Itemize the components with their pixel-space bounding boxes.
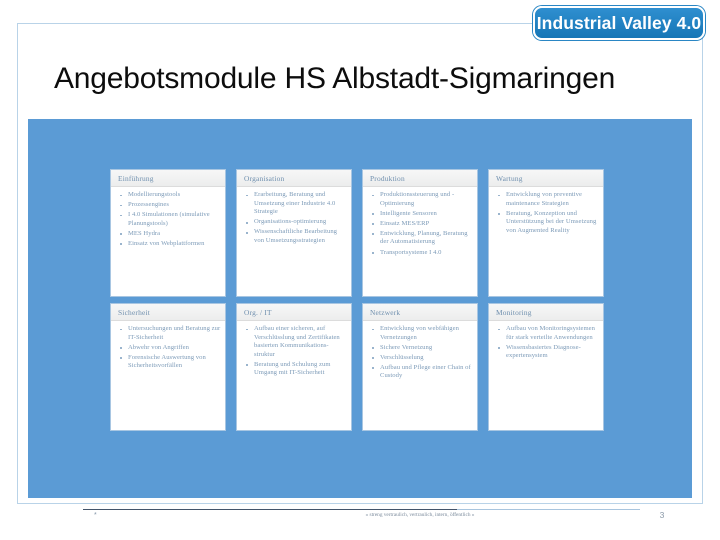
module-card-monitoring[interactable]: Monitoring Aufbau von Monitoringsystemen… bbox=[488, 303, 604, 431]
list-item: Aufbau einer sicheren, auf Verschlüsslun… bbox=[241, 325, 347, 359]
list-item: Produktionssteuerung und -Optimierung bbox=[367, 191, 473, 208]
module-card-einfuehrung[interactable]: Einführung Modellierungstools Prozesseng… bbox=[110, 169, 226, 297]
card-header-label: Organisation bbox=[237, 170, 351, 187]
logo-text: Industrial Valley 4.0 bbox=[536, 12, 702, 33]
bullet-list: Aufbau von Monitoringsystemen für stark … bbox=[493, 325, 599, 361]
list-item: Aufbau und Pflege einer Chain of Custody bbox=[367, 364, 473, 381]
module-card-org-it[interactable]: Org. / IT Aufbau einer sicheren, auf Ver… bbox=[236, 303, 352, 431]
list-item: Prozessengines bbox=[115, 201, 221, 210]
list-item: Wissenschaftliche Bearbeitung von Umsetz… bbox=[241, 228, 347, 245]
module-card-organisation[interactable]: Organisation Erarbeitung, Beratung und U… bbox=[236, 169, 352, 297]
module-card-grid: Einführung Modellierungstools Prozesseng… bbox=[110, 169, 614, 431]
footer-page-number: 3 bbox=[659, 510, 665, 520]
bullet-list: Modellierungstools Prozessengines I 4.0 … bbox=[115, 191, 221, 249]
list-item: Verschlüsselung bbox=[367, 354, 473, 363]
list-item: MES Hydra bbox=[115, 230, 221, 239]
card-header-label: Produktion bbox=[363, 170, 477, 187]
card-body: Aufbau einer sicheren, auf Verschlüsslun… bbox=[237, 321, 351, 430]
card-body: Entwicklung von preventive maintenance S… bbox=[489, 187, 603, 296]
card-body: Untersuchungen und Beratung zur IT-Siche… bbox=[111, 321, 225, 430]
bullet-list: Entwicklung von webfähigen Vernetzungen … bbox=[367, 325, 473, 381]
list-item: Beratung und Schulung zum Umgang mit IT-… bbox=[241, 361, 347, 378]
bullet-list: Untersuchungen und Beratung zur IT-Siche… bbox=[115, 325, 221, 371]
card-body: Entwicklung von webfähigen Vernetzungen … bbox=[363, 321, 477, 430]
list-item: Modellierungstools bbox=[115, 191, 221, 200]
card-header-label: Wartung bbox=[489, 170, 603, 187]
card-header-label: Netzwerk bbox=[363, 304, 477, 321]
footer-classification-note: « streng vertraulich, vertraulich, inter… bbox=[365, 512, 475, 518]
bullet-list: Aufbau einer sicheren, auf Verschlüsslun… bbox=[241, 325, 347, 378]
list-item: Einsatz MES/ERP bbox=[367, 220, 473, 229]
list-item: Intelligente Sensoren bbox=[367, 210, 473, 219]
list-item: Entwicklung von preventive maintenance S… bbox=[493, 191, 599, 208]
list-item: Abwehr von Angriffen bbox=[115, 344, 221, 353]
slide: Industrial Valley 4.0 Angebotsmodule HS … bbox=[0, 0, 720, 540]
bullet-list: Produktionssteuerung und -Optimierung In… bbox=[367, 191, 473, 257]
card-body: Aufbau von Monitoringsystemen für stark … bbox=[489, 321, 603, 430]
list-item: Transportsysteme I 4.0 bbox=[367, 249, 473, 258]
list-item: Organisations-optimierung bbox=[241, 218, 347, 227]
industrial-valley-logo: Industrial Valley 4.0 bbox=[533, 6, 705, 40]
card-body: Produktionssteuerung und -Optimierung In… bbox=[363, 187, 477, 296]
list-item: Wissensbasiertes Diagnose-expertensystem bbox=[493, 344, 599, 361]
list-item: Beratung, Konzeption und Unterstützung b… bbox=[493, 210, 599, 236]
list-item: Sichere Vernetzung bbox=[367, 344, 473, 353]
card-body: Erarbeitung, Beratung und Umsetzung eine… bbox=[237, 187, 351, 296]
card-body: Modellierungstools Prozessengines I 4.0 … bbox=[111, 187, 225, 296]
list-item: Erarbeitung, Beratung und Umsetzung eine… bbox=[241, 191, 347, 217]
module-card-wartung[interactable]: Wartung Entwicklung von preventive maint… bbox=[488, 169, 604, 297]
module-card-netzwerk[interactable]: Netzwerk Entwicklung von webfähigen Vern… bbox=[362, 303, 478, 431]
footer-divider-left bbox=[83, 509, 457, 510]
card-header-label: Org. / IT bbox=[237, 304, 351, 321]
module-card-produktion[interactable]: Produktion Produktionssteuerung und -Opt… bbox=[362, 169, 478, 297]
list-item: Aufbau von Monitoringsystemen für stark … bbox=[493, 325, 599, 342]
module-card-sicherheit[interactable]: Sicherheit Untersuchungen und Beratung z… bbox=[110, 303, 226, 431]
list-item: Entwicklung von webfähigen Vernetzungen bbox=[367, 325, 473, 342]
card-header-label: Monitoring bbox=[489, 304, 603, 321]
list-item: Entwicklung, Planung, Beratung der Autom… bbox=[367, 230, 473, 247]
bullet-list: Erarbeitung, Beratung und Umsetzung eine… bbox=[241, 191, 347, 246]
footer-divider-right bbox=[457, 509, 640, 510]
list-item: Untersuchungen und Beratung zur IT-Siche… bbox=[115, 325, 221, 342]
list-item: I 4.0 Simulationen (simulative Planungst… bbox=[115, 211, 221, 228]
footer-star-marker: * bbox=[94, 512, 97, 519]
bullet-list: Entwicklung von preventive maintenance S… bbox=[493, 191, 599, 235]
page-title: Angebotsmodule HS Albstadt-Sigmaringen bbox=[54, 62, 616, 95]
card-header-label: Sicherheit bbox=[111, 304, 225, 321]
list-item: Einsatz von Webplattformen bbox=[115, 240, 221, 249]
card-header-label: Einführung bbox=[111, 170, 225, 187]
list-item: Forensische Auswertung von Sicherheitsvo… bbox=[115, 354, 221, 371]
